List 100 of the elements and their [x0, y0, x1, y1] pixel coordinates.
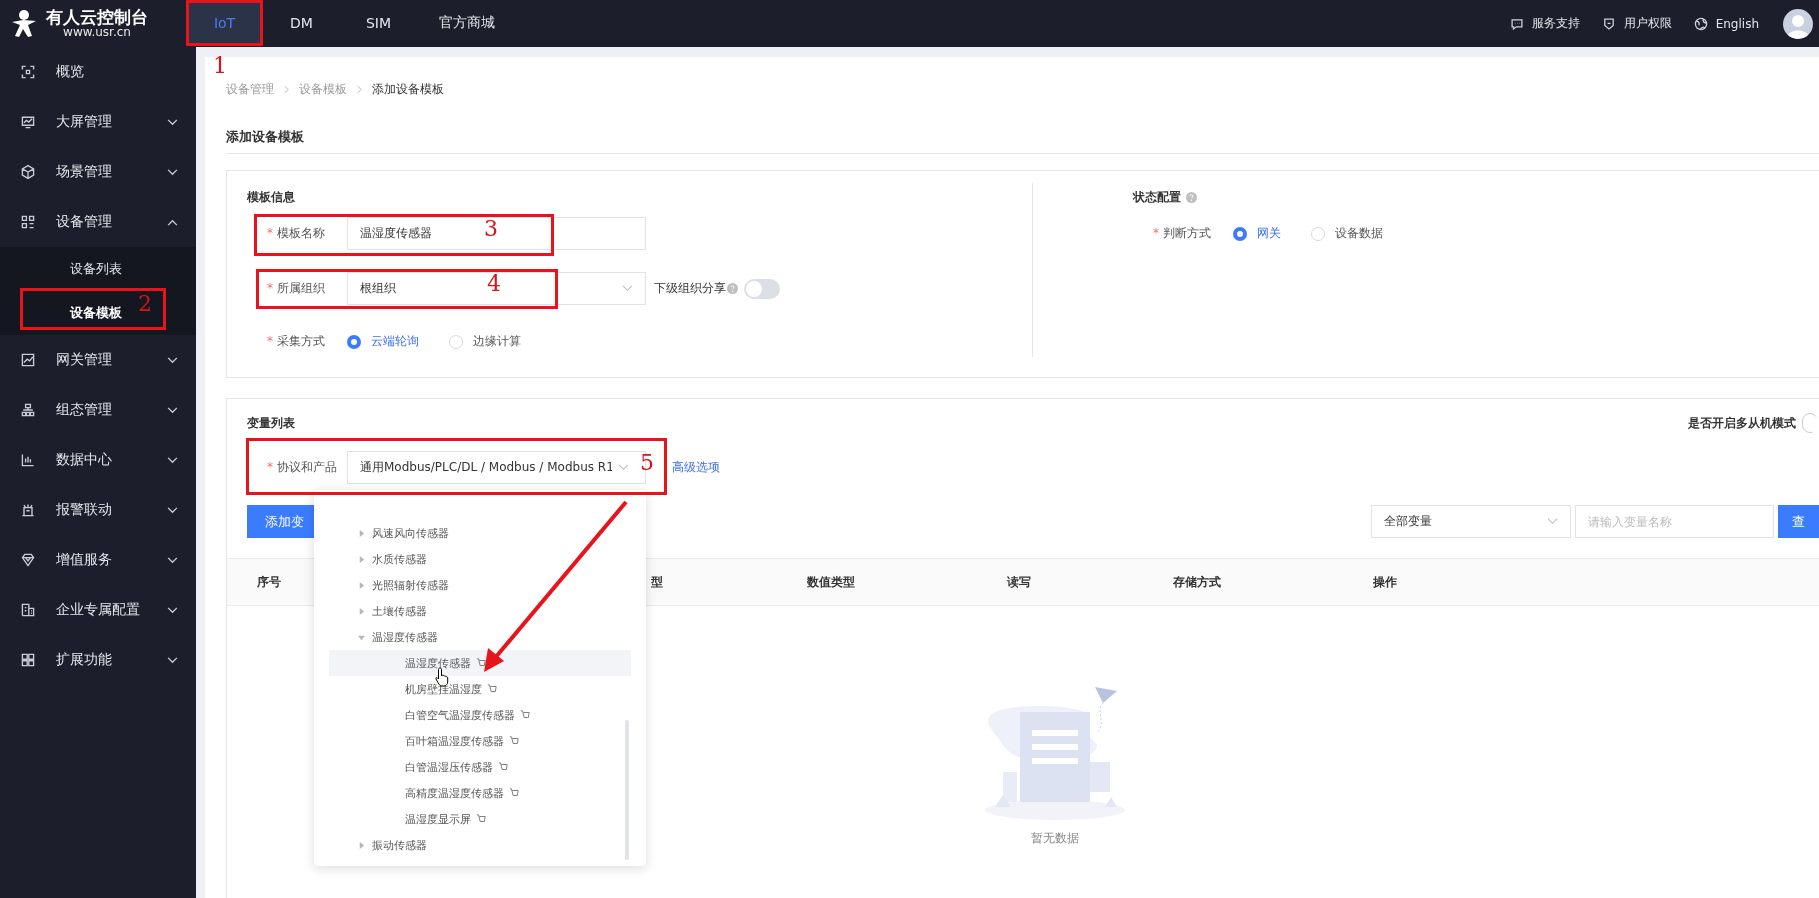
- radio-option[interactable]: 云端轮询: [347, 333, 419, 350]
- cart-icon: [509, 736, 519, 746]
- submenu-item[interactable]: 设备列表: [70, 247, 122, 291]
- menu-icon: [20, 164, 36, 180]
- cart-icon: [509, 788, 519, 798]
- menu-icon: [20, 552, 36, 568]
- column-header: 序号: [257, 573, 281, 591]
- top-action-link[interactable]: 服务支持: [1531, 15, 1580, 32]
- menu-icon: [20, 352, 36, 368]
- column-header: 型: [651, 573, 663, 591]
- column-header: 数值类型: [807, 573, 855, 591]
- sidebar-item[interactable]: 企业专属配置: [0, 585, 196, 635]
- tree-leaf[interactable]: 温湿度传感器: [329, 650, 631, 676]
- nav-tab[interactable]: SIM: [340, 0, 417, 45]
- menu-icon: [20, 602, 36, 618]
- globe-icon[interactable]: [1693, 16, 1708, 31]
- chevron-down-icon: [167, 118, 178, 126]
- tree-node[interactable]: 水质传感器: [314, 546, 646, 572]
- menu-icon: [20, 214, 36, 230]
- top-action-link[interactable]: 用户权限: [1623, 15, 1672, 32]
- nav-tab[interactable]: DM: [263, 0, 340, 45]
- column-header: 读写: [1007, 573, 1031, 591]
- avatar-icon[interactable]: [1783, 8, 1813, 39]
- tree-node[interactable]: 光照辐射传感器: [314, 572, 646, 598]
- tree-node[interactable]: 温湿度传感器: [314, 624, 646, 650]
- sidebar-item[interactable]: 增值服务: [0, 535, 196, 585]
- filter-select[interactable]: 全部变量: [1371, 505, 1571, 538]
- brand-url: www.usr.cn: [63, 26, 131, 40]
- radio-option[interactable]: 边缘计算: [449, 333, 521, 350]
- field-label: * 采集方式: [266, 333, 326, 350]
- menu-icon: [20, 452, 36, 468]
- column-header: 操作: [1373, 573, 1397, 591]
- menu-icon: [20, 652, 36, 668]
- tree-node[interactable]: 振动传感器: [314, 832, 646, 858]
- chevron-down-icon: [167, 556, 178, 564]
- toggle-label: 是否开启多从机模式: [1688, 414, 1796, 432]
- advanced-options-link[interactable]: 高级选项: [672, 459, 720, 476]
- tree-leaf[interactable]: 白管温湿压传感器: [329, 754, 631, 780]
- chevron-right-icon: [284, 84, 289, 94]
- submenu-item[interactable]: 设备模板: [70, 291, 122, 335]
- chevron-down-icon: [167, 606, 178, 614]
- annotation-number: 3: [484, 218, 498, 240]
- menu-icon: [20, 402, 36, 418]
- sidebar-item[interactable]: 网关管理: [0, 335, 196, 385]
- sidebar-item[interactable]: 扩展功能: [0, 635, 196, 685]
- sidebar-item[interactable]: 场景管理: [0, 147, 196, 197]
- chevron-down-icon: [167, 168, 178, 176]
- cart-icon: [487, 684, 497, 694]
- tree-leaf[interactable]: 百叶箱温湿度传感器: [329, 728, 631, 754]
- chevron-down-icon: [618, 464, 629, 471]
- sidebar-item[interactable]: 设备管理: [0, 197, 196, 247]
- chevron-down-icon: [167, 456, 178, 464]
- cart-icon: [498, 762, 508, 772]
- column-header: 存储方式: [1173, 573, 1221, 591]
- chevron-down-icon: [167, 406, 178, 414]
- page-title: 添加设备模板: [226, 128, 305, 146]
- toggle-label: 下级组织分享: [654, 280, 726, 297]
- field-label: * 判断方式: [1152, 225, 1212, 242]
- radio-option[interactable]: 设备数据: [1311, 225, 1383, 242]
- menu-icon: [20, 502, 36, 518]
- tree-leaf[interactable]: 机房壁挂温湿度: [329, 676, 631, 702]
- chat-icon[interactable]: [1509, 16, 1524, 31]
- sidebar-item[interactable]: 报警联动: [0, 485, 196, 535]
- section-title: 变量列表: [247, 415, 295, 431]
- menu-icon: [20, 64, 36, 80]
- empty-message: 暂无数据: [1031, 830, 1079, 847]
- search-field[interactable]: 请输入变量名称: [1575, 505, 1774, 538]
- chevron-down-icon: [1547, 518, 1558, 525]
- brand-name: 有人云控制台: [46, 7, 148, 27]
- annotation-number: 2: [138, 293, 152, 315]
- cart-icon: [476, 658, 486, 668]
- query-button[interactable]: 查: [1778, 505, 1819, 538]
- cart-icon: [520, 710, 530, 720]
- toggle-switch[interactable]: [1802, 413, 1818, 433]
- sidebar-item[interactable]: 组态管理: [0, 385, 196, 435]
- field-label: * 协议和产品: [266, 459, 338, 476]
- radio-option[interactable]: 网关: [1233, 225, 1281, 242]
- chevron-down-icon: [167, 506, 178, 514]
- caret-icon: [358, 633, 365, 641]
- tree-leaf[interactable]: 高精度温湿度传感器: [329, 780, 631, 806]
- tree-leaf[interactable]: 白管空气温湿度传感器: [329, 702, 631, 728]
- tree-leaf[interactable]: 温湿度显示屏: [329, 806, 631, 832]
- help-icon: [727, 283, 738, 294]
- chevron-down-icon: [167, 656, 178, 664]
- tree-node[interactable]: 土壤传感器: [314, 598, 646, 624]
- breadcrumb-link[interactable]: 添加设备模板: [372, 80, 444, 98]
- caret-icon: [358, 581, 365, 589]
- caret-icon: [358, 607, 365, 615]
- nav-tab[interactable]: 官方商城: [417, 0, 517, 45]
- sidebar-item[interactable]: 概览: [0, 47, 196, 97]
- caret-icon: [358, 841, 365, 849]
- sidebar-item[interactable]: 大屏管理: [0, 97, 196, 147]
- field-label: * 模板名称: [266, 225, 326, 242]
- sidebar-item[interactable]: 数据中心: [0, 435, 196, 485]
- top-action-link[interactable]: English: [1715, 16, 1759, 31]
- chevron-down-icon: [622, 285, 633, 292]
- chevron-right-icon: [357, 84, 362, 94]
- toggle-switch[interactable]: [744, 278, 780, 299]
- shield-icon[interactable]: [1601, 16, 1616, 31]
- section-title: 状态配置: [1133, 189, 1181, 206]
